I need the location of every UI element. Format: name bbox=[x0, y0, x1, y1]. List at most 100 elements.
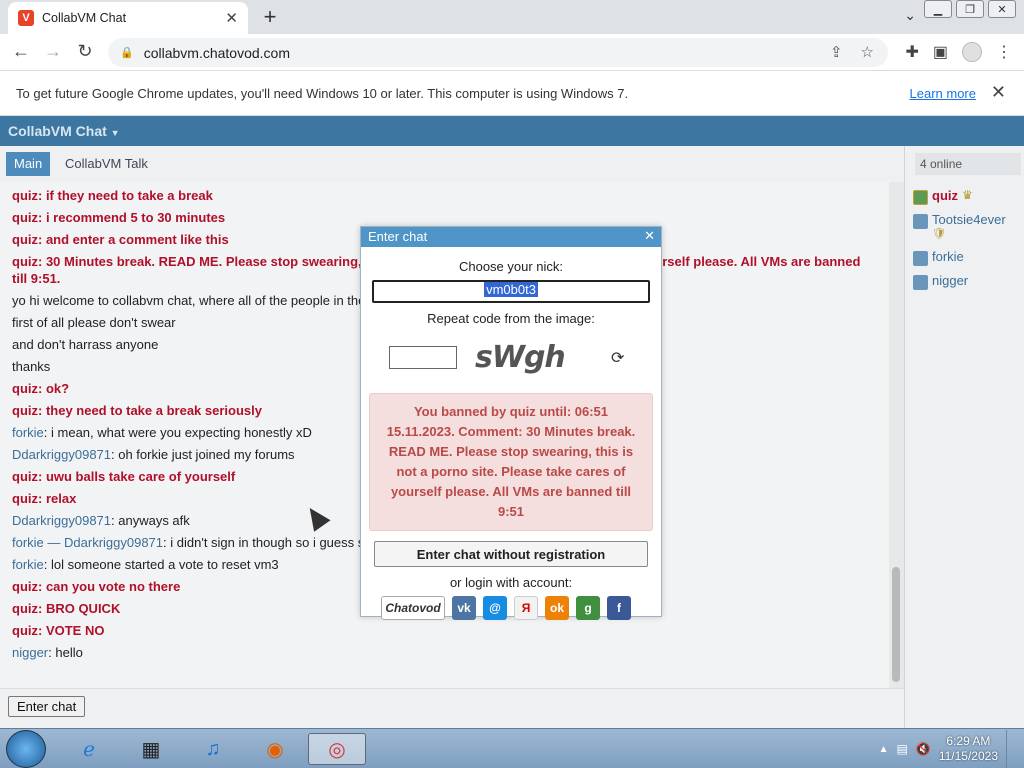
message-nick[interactable]: quiz bbox=[12, 579, 38, 594]
user-item-tootsie4ever[interactable]: Tootsie4ever 🛡 bbox=[913, 212, 1006, 240]
tab-main[interactable]: Main bbox=[6, 152, 51, 176]
bookmark-star-icon[interactable]: ☆ bbox=[861, 43, 874, 61]
message-nick[interactable]: quiz bbox=[12, 469, 38, 484]
message-text: thanks bbox=[12, 359, 51, 374]
message-nick[interactable]: quiz bbox=[12, 623, 38, 638]
chrome-taskbar-icon[interactable]: ◎ bbox=[308, 733, 366, 765]
google-login-icon[interactable]: g bbox=[576, 596, 600, 620]
close-window-button[interactable]: ✕ bbox=[988, 0, 1016, 18]
message-row: quiz: i recommend 5 to 30 minutes bbox=[12, 209, 877, 226]
yandex-login-icon[interactable]: Я bbox=[514, 596, 538, 620]
enter-chat-dialog: Enter chat ✕ Choose your nick: vm0b0t3 R… bbox=[360, 226, 662, 620]
message-nick[interactable]: quiz bbox=[12, 491, 38, 506]
update-infobar: To get future Google Chrome updates, you… bbox=[0, 71, 1024, 116]
dialog-header: Enter chat ✕ bbox=[361, 227, 661, 247]
message-text: : uwu balls take care of yourself bbox=[38, 469, 236, 484]
message-nick[interactable]: forkie bbox=[12, 557, 44, 572]
close-tab-icon[interactable]: ✕ bbox=[225, 9, 238, 27]
user-item-nigger[interactable]: nigger bbox=[913, 273, 968, 290]
infobar-text: To get future Google Chrome updates, you… bbox=[16, 85, 629, 101]
message-text: : if they need to take a break bbox=[38, 188, 213, 203]
volume-muted-icon[interactable]: 🔇 bbox=[916, 742, 931, 756]
message-nick[interactable]: quiz bbox=[12, 254, 38, 269]
caret-down-icon: ▼ bbox=[110, 128, 120, 138]
message-nick[interactable]: quiz bbox=[12, 232, 38, 247]
window-controls: ▁ ❐ ✕ bbox=[924, 0, 1016, 18]
extensions-puzzle-icon[interactable]: ✚ bbox=[905, 42, 918, 62]
message-text: : hello bbox=[48, 645, 83, 660]
message-text: : ok? bbox=[38, 381, 70, 396]
nick-input[interactable]: vm0b0t3 bbox=[372, 280, 650, 303]
network-icon[interactable]: ▤ bbox=[897, 742, 908, 756]
new-tab-button[interactable]: + bbox=[258, 4, 282, 30]
browser-tab[interactable]: V CollabVM Chat ✕ bbox=[8, 2, 248, 34]
scrollbar-thumb[interactable] bbox=[892, 567, 900, 682]
user-icon bbox=[913, 251, 928, 266]
profile-avatar[interactable] bbox=[962, 42, 982, 62]
user-name: quiz bbox=[932, 188, 958, 203]
vk-login-icon[interactable]: vk bbox=[452, 596, 476, 620]
tab-search-chevron-icon[interactable]: ⌄ bbox=[904, 7, 916, 24]
message-nick[interactable]: forkie bbox=[12, 425, 44, 440]
address-bar[interactable]: 🔒 collabvm.chatovod.com ⇪ ☆ bbox=[108, 38, 888, 67]
menu-kebab-icon[interactable]: ⋮ bbox=[996, 42, 1012, 62]
refresh-captcha-icon[interactable]: ⟳ bbox=[611, 348, 624, 368]
start-button[interactable] bbox=[6, 730, 46, 768]
user-item-quiz[interactable]: quiz ♛ bbox=[913, 188, 973, 205]
enter-chat-button[interactable]: Enter chat bbox=[8, 696, 86, 717]
user-name: Tootsie4ever bbox=[932, 212, 1006, 227]
message-nick[interactable]: quiz bbox=[12, 601, 38, 616]
restore-button[interactable]: ❐ bbox=[956, 0, 984, 18]
captcha-label: Repeat code from the image: bbox=[427, 311, 595, 326]
message-scrollbar[interactable] bbox=[889, 182, 904, 688]
user-icon bbox=[913, 214, 928, 229]
message-nick[interactable]: Ddarkriggy09871 bbox=[12, 447, 111, 462]
mailru-login-icon[interactable]: @ bbox=[483, 596, 507, 620]
reload-icon[interactable]: ↻ bbox=[74, 41, 96, 62]
back-arrow-icon[interactable]: ← bbox=[10, 41, 32, 62]
or-login-label: or login with account: bbox=[449, 575, 573, 590]
chatovod-login-button[interactable]: Chatovod bbox=[381, 596, 445, 620]
message-text: and don't harrass anyone bbox=[12, 337, 159, 352]
captcha-row: sWgh ⟳ bbox=[361, 340, 661, 375]
captcha-input[interactable] bbox=[389, 346, 457, 369]
side-panel-icon[interactable]: ▣ bbox=[933, 42, 948, 62]
message-text: : BRO QUICK bbox=[38, 601, 121, 616]
enter-without-registration-button[interactable]: Enter chat without registration bbox=[374, 541, 648, 567]
message-nick[interactable]: quiz bbox=[12, 210, 38, 225]
tab-collabvm-talk[interactable]: CollabVM Talk bbox=[57, 152, 156, 176]
clock[interactable]: 6:29 AM 11/15/2023 bbox=[939, 734, 998, 764]
close-infobar-icon[interactable]: ✕ bbox=[991, 82, 1006, 103]
facebook-login-icon[interactable]: f bbox=[607, 596, 631, 620]
forward-arrow-icon[interactable]: → bbox=[42, 41, 64, 62]
itunes-icon[interactable]: ♫ bbox=[196, 733, 230, 765]
odnoklassniki-login-icon[interactable]: ok bbox=[545, 596, 569, 620]
minimize-button[interactable]: ▁ bbox=[924, 0, 952, 18]
message-text: : VOTE NO bbox=[38, 623, 105, 638]
user-name: forkie bbox=[932, 249, 964, 264]
message-text: : and enter a comment like this bbox=[38, 232, 229, 247]
message-nick[interactable]: quiz bbox=[12, 188, 38, 203]
chat-bottom-bar: Enter chat bbox=[0, 688, 904, 728]
app-header[interactable]: CollabVM Chat ▼ bbox=[0, 116, 1024, 146]
media-center-icon[interactable]: ▦ bbox=[134, 733, 168, 765]
close-dialog-icon[interactable]: ✕ bbox=[644, 228, 655, 244]
firefox-icon[interactable]: ◉ bbox=[258, 733, 292, 765]
learn-more-link[interactable]: Learn more bbox=[910, 86, 976, 101]
message-nick[interactable]: nigger bbox=[12, 645, 48, 660]
user-item-forkie[interactable]: forkie bbox=[913, 249, 964, 266]
browser-toolbar: ← → ↻ 🔒 collabvm.chatovod.com ⇪ ☆ ✚ ▣ ⋮ bbox=[0, 34, 1024, 71]
show-desktop-button[interactable] bbox=[1006, 730, 1018, 768]
show-hidden-icons-icon[interactable]: ▲ bbox=[879, 744, 889, 755]
ban-message: You banned by quiz until: 06:51 15.11.20… bbox=[369, 393, 653, 531]
message-nick[interactable]: quiz bbox=[12, 403, 38, 418]
share-icon[interactable]: ⇪ bbox=[830, 43, 843, 61]
browser-tabstrip: V CollabVM Chat ✕ + ⌄ ▁ ❐ ✕ bbox=[0, 0, 1024, 34]
message-row: nigger: hello bbox=[12, 644, 877, 661]
message-nick[interactable]: Ddarkriggy09871 bbox=[12, 513, 111, 528]
message-nick[interactable]: quiz bbox=[12, 381, 38, 396]
nick-label: Choose your nick: bbox=[458, 259, 564, 274]
internet-explorer-icon[interactable]: ℯ bbox=[72, 733, 106, 765]
system-tray: ▲ ▤ 🔇 6:29 AM 11/15/2023 bbox=[879, 729, 1024, 768]
message-nick[interactable]: forkie — Ddarkriggy09871 bbox=[12, 535, 163, 550]
